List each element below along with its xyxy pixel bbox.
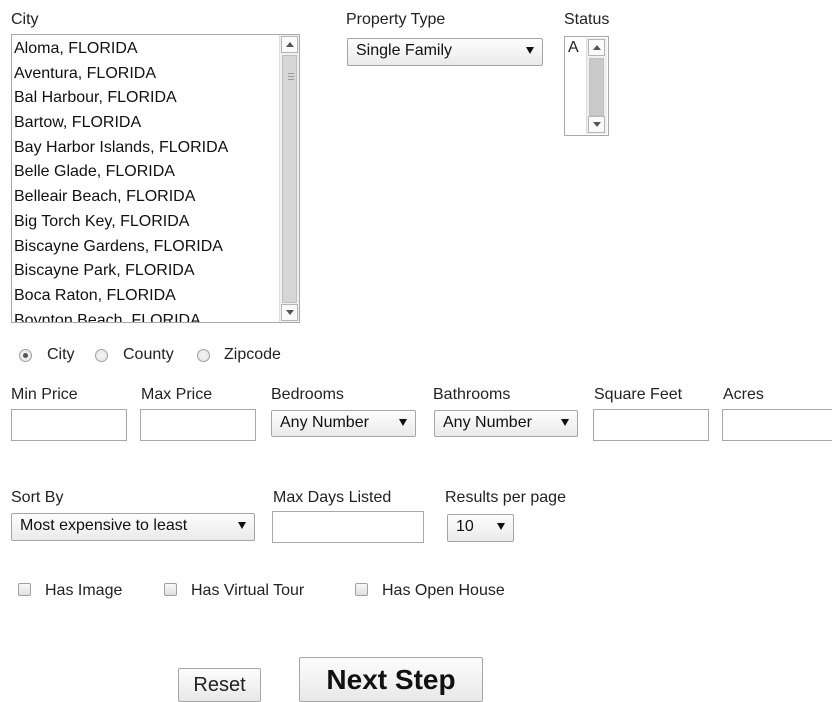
status-scrollbar[interactable] xyxy=(586,38,607,134)
min-price-label: Min Price xyxy=(11,386,78,403)
scroll-up-button[interactable] xyxy=(281,36,298,53)
grip-line xyxy=(288,79,294,80)
grip-line xyxy=(288,76,294,77)
square-feet-input[interactable] xyxy=(593,409,709,441)
radio-zipcode[interactable] xyxy=(197,349,210,362)
radio-city-label: City xyxy=(47,346,75,363)
radio-county[interactable] xyxy=(95,349,108,362)
property-type-label: Property Type xyxy=(346,11,446,28)
bedrooms-value: Any Number xyxy=(280,414,369,431)
status-listbox[interactable]: A xyxy=(564,36,609,136)
dropdown-caret-icon xyxy=(561,419,569,426)
reset-button[interactable]: Reset xyxy=(178,668,261,702)
max-days-listed-input[interactable] xyxy=(272,511,424,543)
scroll-thumb[interactable] xyxy=(282,55,297,303)
sort-by-select[interactable]: Most expensive to least xyxy=(11,513,255,541)
dropdown-caret-icon xyxy=(497,523,505,530)
city-option[interactable]: Biscayne Park, FLORIDA xyxy=(12,259,278,284)
acres-label: Acres xyxy=(723,386,764,403)
grip-line xyxy=(288,73,294,74)
bedrooms-select[interactable]: Any Number xyxy=(271,410,416,437)
sort-by-label: Sort By xyxy=(11,489,64,506)
dropdown-caret-icon xyxy=(399,419,407,426)
results-per-page-value: 10 xyxy=(456,518,474,535)
results-per-page-select[interactable]: 10 xyxy=(447,514,514,542)
city-option[interactable]: Belleair Beach, FLORIDA xyxy=(12,185,278,210)
city-option[interactable]: Bal Harbour, FLORIDA xyxy=(12,86,278,111)
property-type-value: Single Family xyxy=(356,42,453,59)
city-option[interactable]: Biscayne Gardens, FLORIDA xyxy=(12,235,278,260)
status-option[interactable]: A xyxy=(568,39,579,57)
has-open-house-label: Has Open House xyxy=(382,582,505,599)
bathrooms-label: Bathrooms xyxy=(433,386,511,403)
dropdown-caret-icon xyxy=(238,522,246,529)
scroll-down-button[interactable] xyxy=(588,116,605,133)
city-label: City xyxy=(11,11,39,28)
arrow-down-icon xyxy=(593,122,601,127)
has-image-checkbox[interactable] xyxy=(18,583,31,596)
bathrooms-value: Any Number xyxy=(443,414,532,431)
status-label: Status xyxy=(564,11,610,28)
sort-by-value: Most expensive to least xyxy=(20,517,188,534)
scroll-down-button[interactable] xyxy=(281,304,298,321)
city-option[interactable]: Big Torch Key, FLORIDA xyxy=(12,210,278,235)
city-option[interactable]: Aventura, FLORIDA xyxy=(12,62,278,87)
dropdown-caret-icon xyxy=(526,47,534,54)
has-virtual-tour-label: Has Virtual Tour xyxy=(191,582,305,599)
max-price-label: Max Price xyxy=(141,386,213,403)
city-scrollbar[interactable] xyxy=(279,35,299,322)
next-step-button[interactable]: Next Step xyxy=(299,657,483,702)
max-days-listed-label: Max Days Listed xyxy=(273,489,392,506)
city-option[interactable]: Bay Harbor Islands, FLORIDA xyxy=(12,136,278,161)
property-type-select[interactable]: Single Family xyxy=(347,38,543,66)
city-option[interactable]: Bartow, FLORIDA xyxy=(12,111,278,136)
scroll-up-button[interactable] xyxy=(588,39,605,56)
bedrooms-label: Bedrooms xyxy=(271,386,344,403)
min-price-input[interactable] xyxy=(11,409,127,441)
has-open-house-checkbox[interactable] xyxy=(355,583,368,596)
radio-county-label: County xyxy=(123,346,174,363)
city-option[interactable]: Aloma, FLORIDA xyxy=(12,37,278,62)
radio-zipcode-label: Zipcode xyxy=(224,346,281,363)
arrow-up-icon xyxy=(593,45,601,50)
max-price-input[interactable] xyxy=(140,409,256,441)
city-listbox[interactable]: Aloma, FLORIDA Aventura, FLORIDA Bal Har… xyxy=(11,34,300,323)
square-feet-label: Square Feet xyxy=(594,386,683,403)
has-virtual-tour-checkbox[interactable] xyxy=(164,583,177,596)
arrow-down-icon xyxy=(286,310,294,315)
city-option[interactable]: Belle Glade, FLORIDA xyxy=(12,160,278,185)
acres-input[interactable] xyxy=(722,409,832,441)
scroll-thumb[interactable] xyxy=(589,58,604,116)
results-per-page-label: Results per page xyxy=(445,489,566,506)
radio-city[interactable] xyxy=(19,349,32,362)
city-option[interactable]: Boca Raton, FLORIDA xyxy=(12,284,278,309)
city-options: Aloma, FLORIDA Aventura, FLORIDA Bal Har… xyxy=(12,37,278,322)
city-option[interactable]: Boynton Beach, FLORIDA xyxy=(12,309,278,322)
bathrooms-select[interactable]: Any Number xyxy=(434,410,578,437)
arrow-up-icon xyxy=(286,42,294,47)
has-image-label: Has Image xyxy=(45,582,123,599)
